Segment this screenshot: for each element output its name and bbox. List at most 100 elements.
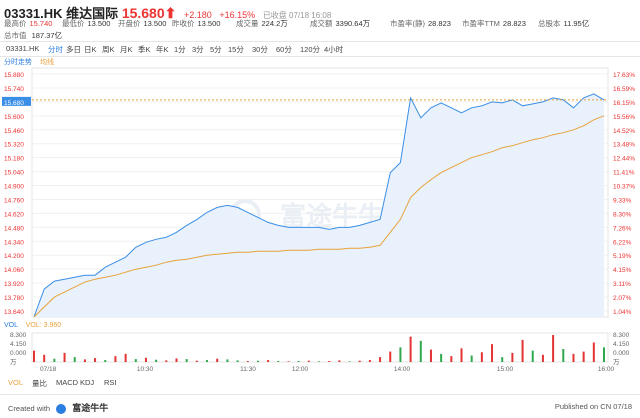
- volume-bar: [511, 352, 514, 362]
- indicator-tabs: VOL 量比 MACD KDJ RSI: [0, 378, 640, 390]
- volume-bar: [338, 360, 341, 362]
- price-chart[interactable]: 15.880 17.63% 15.740 16.59% 15.680 16.15% 15.6…: [0, 0, 640, 394]
- y-tick-label: 14.620: [4, 211, 24, 218]
- volume-bar: [480, 352, 483, 362]
- volume-bar: [491, 344, 494, 362]
- volume-bar: [134, 359, 137, 362]
- y-right-tick-label: 4.15%: [613, 267, 632, 274]
- created-with-text: Created with: [8, 404, 51, 413]
- volume-bar: [165, 360, 168, 362]
- volume-bar: [277, 361, 280, 362]
- volume-bar: [236, 360, 239, 362]
- volume-legend: VOL VOL: 3.960: [4, 322, 61, 329]
- indicator-tab-量比[interactable]: 量比: [32, 378, 47, 389]
- y-right-tick-label: 5.19%: [613, 253, 632, 260]
- volume-bar: [73, 357, 76, 362]
- y-right-tick-label: 8.30%: [613, 211, 632, 218]
- volume-bar: [348, 361, 351, 362]
- volume-bar: [43, 354, 46, 362]
- volume-bar: [175, 358, 178, 362]
- volume-bar: [582, 351, 585, 362]
- indicator-tab-kdj[interactable]: KDJ: [80, 378, 94, 387]
- y-tick-label: 14.760: [4, 197, 24, 204]
- volume-bar: [256, 360, 259, 362]
- y-tick-label: 15.180: [4, 156, 24, 163]
- volume-tick-label: 8.300: [10, 332, 27, 339]
- volume-bar: [53, 358, 56, 362]
- y-tick-label: 15.880: [4, 72, 24, 79]
- volume-bar: [328, 361, 331, 362]
- volume-bar: [195, 360, 198, 362]
- x-tick-label: 10:30: [137, 366, 154, 373]
- volume-bar: [592, 342, 595, 362]
- volume-bar: [206, 360, 209, 362]
- x-tick-label: 07/18: [40, 366, 57, 373]
- y-right-tick-label: 12.44%: [613, 156, 635, 163]
- volume-bar: [155, 359, 158, 362]
- volume-bar: [144, 357, 147, 362]
- volume-bar: [185, 359, 188, 362]
- x-tick-label: 14:00: [394, 366, 411, 373]
- volume-bar: [440, 353, 443, 362]
- x-tick-label: 11:30: [240, 366, 256, 373]
- volume-value: VOL: 3.960: [25, 322, 62, 329]
- y-right-tick-label: 11.41%: [613, 170, 635, 177]
- y-tick-label: 15.600: [4, 114, 24, 121]
- y-right-tick-label: 6.22%: [613, 239, 632, 246]
- indicator-tab-vol[interactable]: VOL: [8, 378, 23, 387]
- y-tick-label: 14.340: [4, 239, 24, 246]
- volume-bar: [246, 361, 249, 362]
- volume-right-tick-label: 万: [613, 358, 620, 366]
- y-right-tick-label: 2.07%: [613, 295, 632, 302]
- volume-bar: [450, 356, 453, 362]
- y-right-tick-label: 1.04%: [613, 309, 632, 316]
- volume-bar: [94, 358, 97, 362]
- volume-bar: [358, 360, 361, 362]
- volume-bar: [379, 357, 382, 362]
- volume-bar: [460, 348, 463, 362]
- futu-logo-icon: [56, 404, 67, 415]
- volume-bar: [419, 340, 422, 362]
- volume-bar: [124, 353, 127, 362]
- indicator-tab-rsi[interactable]: RSI: [104, 378, 117, 387]
- y-tick-label: 15.040: [4, 170, 24, 177]
- volume-bar: [470, 355, 473, 362]
- x-tick-label: 16:00: [598, 366, 615, 373]
- volume-bar: [83, 359, 86, 362]
- volume-bar: [501, 357, 504, 362]
- volume-bar: [216, 358, 219, 362]
- y-tick-label: 13.780: [4, 295, 24, 302]
- y-tick-label: 15.320: [4, 142, 24, 149]
- y-right-tick-label: 17.63%: [613, 72, 635, 79]
- y-tick-label: 13.920: [4, 281, 24, 288]
- y-right-tick-label: 14.52%: [613, 128, 635, 135]
- volume-bar: [562, 348, 565, 362]
- y-right-tick-label: 16.59%: [613, 86, 635, 93]
- volume-right-tick-label: 4.150: [613, 341, 630, 348]
- volume-bar: [552, 335, 555, 362]
- volume-bar: [429, 349, 432, 362]
- volume-bar: [318, 361, 320, 362]
- x-tick-label: 12:00: [292, 366, 309, 373]
- volume-tick-label: 0.000: [10, 350, 27, 357]
- footer: Created with 富途牛牛 Published on CN 07/18: [0, 394, 640, 418]
- indicator-tab-macd[interactable]: MACD: [56, 378, 78, 387]
- footer-created: Created with 富途牛牛: [8, 401, 108, 415]
- y-tick-label: 15.680: [4, 100, 24, 107]
- y-tick-label: 14.900: [4, 184, 24, 191]
- volume-bar: [104, 360, 107, 362]
- footer-published: Published on CN 07/18: [554, 402, 632, 411]
- volume-bar: [541, 354, 544, 362]
- y-tick-label: 14.060: [4, 267, 24, 274]
- volume-tick-label: 万: [10, 358, 17, 366]
- volume-bar: [399, 347, 402, 362]
- volume-bar: [287, 361, 290, 362]
- volume-right-tick-label: 0.000: [613, 350, 630, 357]
- volume-bar: [114, 356, 117, 362]
- volume-bar: [226, 359, 229, 362]
- volume-bar: [389, 351, 392, 362]
- y-right-tick-label: 15.56%: [613, 114, 635, 121]
- y-right-tick-label: 3.11%: [613, 281, 631, 288]
- y-right-tick-label: 10.37%: [613, 184, 635, 191]
- volume-bar: [603, 347, 605, 362]
